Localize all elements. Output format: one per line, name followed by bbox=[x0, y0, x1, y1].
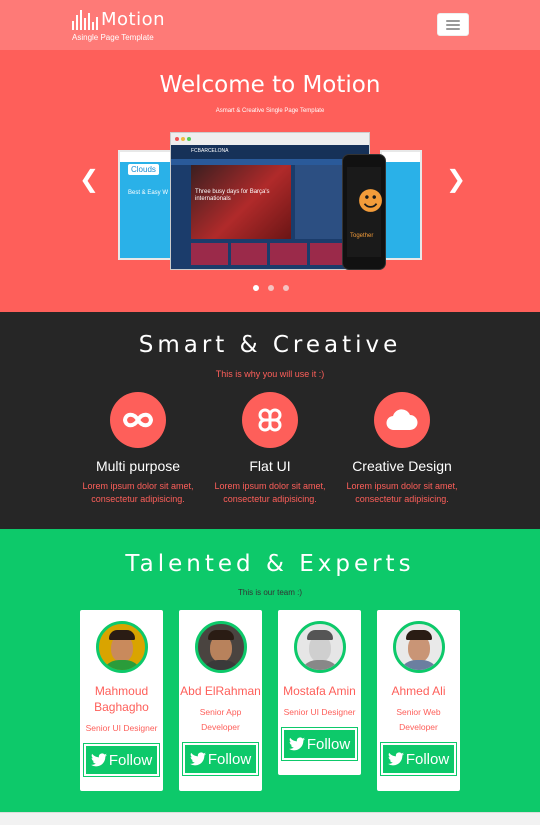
section-title: Smart & Creative bbox=[138, 332, 402, 358]
tablet-text: Best & Easy W bbox=[128, 190, 169, 196]
hero-title: Welcome to Motion bbox=[159, 72, 381, 98]
infinity-icon bbox=[110, 392, 166, 448]
equalizer-icon bbox=[72, 10, 98, 30]
avatar bbox=[194, 621, 247, 673]
team-section: Talented & Experts This is our team :) M… bbox=[0, 529, 540, 812]
twitter-icon bbox=[288, 737, 305, 751]
follow-button[interactable]: Follow bbox=[380, 742, 457, 776]
member-name: Mostafa Amin bbox=[283, 684, 356, 698]
member-role: Senior UI Designer bbox=[85, 723, 158, 733]
member-name: Mahmoud Baghagho bbox=[94, 684, 149, 714]
member-role: Senior Web Developer bbox=[396, 707, 441, 732]
slide-indicator-3[interactable] bbox=[283, 285, 289, 291]
navbar: Motion Asingle Page Template bbox=[0, 0, 540, 50]
cloud-icon bbox=[374, 392, 430, 448]
tablet-mockup: Clouds Best & Easy W bbox=[118, 150, 176, 260]
feature-description: Lorem ipsum dolor sit amet, consectetur … bbox=[346, 481, 458, 504]
team-card: Ahmed Ali Senior Web Developer Follow bbox=[377, 610, 460, 791]
page-footer-edge bbox=[0, 812, 540, 825]
section-title: Talented & Experts bbox=[125, 551, 415, 577]
slide-indicator-1[interactable] bbox=[253, 285, 259, 291]
member-name: Abd ElRahman bbox=[180, 684, 261, 698]
feature-creative-design: Creative Design Lorem ipsum dolor sit am… bbox=[322, 392, 482, 506]
person-icon: ☻ bbox=[357, 187, 385, 217]
browser-mockup: FCBARCELONA Three busy days for Barça's … bbox=[170, 132, 370, 270]
phone-label: Together bbox=[350, 233, 374, 239]
next-slide-icon[interactable]: ❯ bbox=[446, 165, 466, 193]
member-role: Senior App Developer bbox=[199, 707, 242, 732]
avatar bbox=[293, 621, 346, 673]
prev-slide-icon[interactable]: ❮ bbox=[79, 165, 99, 193]
member-name: Ahmed Ali bbox=[391, 684, 446, 698]
hero-subtitle: Asmart & Creative Single Page Template bbox=[215, 108, 325, 114]
avatar bbox=[392, 621, 445, 673]
twitter-icon bbox=[189, 752, 206, 766]
slider-indicators bbox=[253, 285, 289, 291]
twitter-icon bbox=[90, 753, 107, 767]
section-subtitle: This is why you will use it :) bbox=[215, 369, 325, 379]
team-card: Mahmoud Baghagho Senior UI Designer Foll… bbox=[80, 610, 163, 791]
clouds-label: Clouds bbox=[128, 164, 159, 175]
slide-indicator-2[interactable] bbox=[268, 285, 274, 291]
menu-icon bbox=[446, 20, 460, 22]
menu-toggle-button[interactable] bbox=[437, 13, 469, 36]
follow-button[interactable]: Follow bbox=[281, 727, 358, 761]
section-subtitle: This is our team :) bbox=[237, 588, 302, 597]
avatar bbox=[95, 621, 148, 673]
twitter-icon bbox=[387, 752, 404, 766]
command-icon bbox=[242, 392, 298, 448]
features-section: Smart & Creative This is why you will us… bbox=[0, 312, 540, 529]
follow-button[interactable]: Follow bbox=[182, 742, 259, 776]
hero-slider: Welcome to Motion Asmart & Creative Sing… bbox=[0, 50, 540, 312]
brand-logo[interactable]: Motion Asingle Page Template bbox=[72, 8, 165, 42]
brand-tagline: Asingle Page Template bbox=[72, 33, 154, 42]
tablet-mockup-right bbox=[380, 150, 422, 260]
follow-button[interactable]: Follow bbox=[83, 743, 160, 777]
brand-name: Motion bbox=[101, 9, 166, 30]
browser-brand: FCBARCELONA bbox=[171, 145, 369, 159]
browser-headline: Three busy days for Barça's internationa… bbox=[195, 189, 270, 202]
team-card: Abd ElRahman Senior App Developer Follow bbox=[179, 610, 262, 791]
feature-title: Creative Design bbox=[352, 458, 452, 474]
team-card: Mostafa Amin Senior UI Designer Follow bbox=[278, 610, 361, 775]
member-role: Senior UI Designer bbox=[283, 707, 356, 717]
phone-mockup: ☻ Together bbox=[342, 154, 386, 270]
